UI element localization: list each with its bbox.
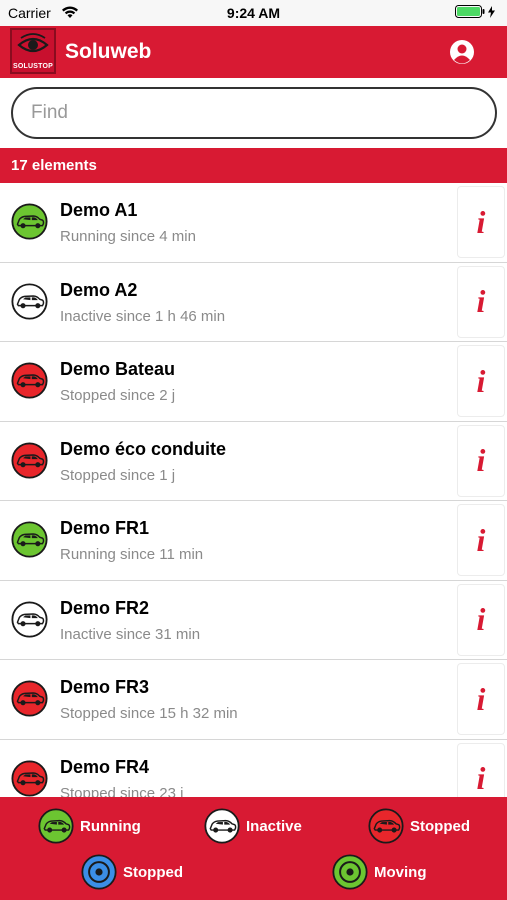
search-input[interactable] (11, 87, 497, 139)
legend-label: Running (80, 817, 141, 835)
car-icon (204, 808, 240, 844)
car-icon (38, 808, 74, 844)
info-icon: i (476, 680, 486, 717)
vehicle-status-text: Inactive since 31 min (60, 625, 201, 643)
info-icon: i (476, 362, 486, 399)
vehicle-name: Demo FR4 (60, 756, 150, 777)
info-button[interactable]: i (457, 742, 505, 797)
info-button[interactable]: i (457, 504, 505, 576)
info-button[interactable]: i (457, 424, 505, 497)
vehicle-name: Demo Bateau (60, 359, 176, 379)
legend-item: Stopped (368, 808, 470, 844)
clock: 9:24 AM (226, 5, 281, 21)
vehicle-list: Demo A1 Running since 4 min i Demo A2 Inact… (0, 183, 507, 797)
vehicle-name: Demo FR2 (60, 597, 150, 618)
info-button[interactable]: i (457, 186, 505, 258)
vehicle-name: Demo FR3 (60, 677, 150, 697)
battery-icon (455, 5, 499, 22)
vehicle-status-text: Stopped since 1 j (60, 466, 176, 484)
vehicle-name: Demo A1 (60, 200, 138, 220)
vehicle-status-text: Running since 4 min (60, 228, 196, 245)
vehicle-status-text: Stopped since 23 j (60, 784, 184, 798)
vehicle-name: Demo A2 (60, 279, 138, 300)
legend-item: Inactive (204, 808, 302, 844)
info-icon: i (476, 601, 486, 637)
vehicle-row[interactable]: Demo A1 Running since 4 min i (0, 183, 507, 263)
info-button[interactable]: i (457, 265, 505, 338)
info-button[interactable]: i (457, 583, 505, 656)
car-status-icon (11, 600, 48, 638)
legend-label: Stopped (410, 817, 470, 835)
logo-text: SOLUSTOP (13, 63, 53, 70)
page-title: Soluweb (65, 40, 152, 63)
vehicle-status-text: Running since 11 min (60, 546, 204, 563)
car-icon (368, 808, 404, 844)
car-status-icon (11, 759, 48, 797)
vehicle-name: Demo FR1 (60, 518, 150, 538)
vehicle-row[interactable]: Demo FR1 Running since 11 min i (0, 501, 507, 581)
search-bar (0, 78, 507, 148)
vehicle-status-text: Inactive since 1 h 46 min (60, 307, 226, 325)
target-icon (332, 854, 368, 890)
vehicle-row[interactable]: Demo FR4 Stopped since 23 j i (0, 739, 507, 798)
status-legend: Running Inactive Stopped Stopped Moving (0, 797, 507, 900)
element-count: 17 elements (0, 148, 507, 183)
app-logo: SOLUSTOP (10, 28, 56, 74)
info-icon: i (476, 521, 486, 558)
info-button[interactable]: i (457, 345, 505, 417)
vehicle-row[interactable]: Demo Bateau Stopped since 2 j i (0, 342, 507, 422)
car-status-icon (11, 521, 48, 558)
legend-item: Stopped (81, 854, 183, 890)
info-button[interactable]: i (457, 663, 505, 735)
car-status-icon (11, 282, 48, 320)
vehicle-status-text: Stopped since 15 h 32 min (60, 705, 238, 722)
vehicle-row[interactable]: Demo FR2 Inactive since 31 min i (0, 580, 507, 660)
legend-label: Moving (374, 863, 427, 881)
info-icon: i (476, 442, 486, 478)
target-icon (81, 854, 117, 890)
vehicle-row[interactable]: Demo FR3 Stopped since 15 h 32 min i (0, 660, 507, 740)
info-icon: i (476, 760, 486, 796)
screen: Carrier 9:24 AM SOLUSTOP Soluweb Find 17… (0, 0, 507, 900)
car-status-icon (11, 203, 48, 240)
user-circle-icon[interactable] (449, 39, 475, 65)
vehicle-row[interactable]: Demo A2 Inactive since 1 h 46 min i (0, 262, 507, 342)
info-icon: i (476, 283, 486, 319)
car-status-icon (11, 441, 48, 479)
app-header: SOLUSTOP Soluweb (0, 26, 507, 78)
legend-label: Stopped (123, 863, 183, 881)
car-status-icon (11, 362, 48, 399)
legend-label: Inactive (246, 817, 302, 835)
info-icon: i (476, 203, 486, 240)
status-bar: Carrier 9:24 AM (0, 0, 507, 26)
vehicle-status-text: Stopped since 2 j (60, 387, 176, 404)
legend-item: Running (38, 808, 141, 844)
car-status-icon (11, 680, 48, 717)
legend-item: Moving (332, 854, 427, 890)
vehicle-name: Demo éco conduite (60, 438, 227, 459)
vehicle-row[interactable]: Demo éco conduite Stopped since 1 j i (0, 421, 507, 501)
